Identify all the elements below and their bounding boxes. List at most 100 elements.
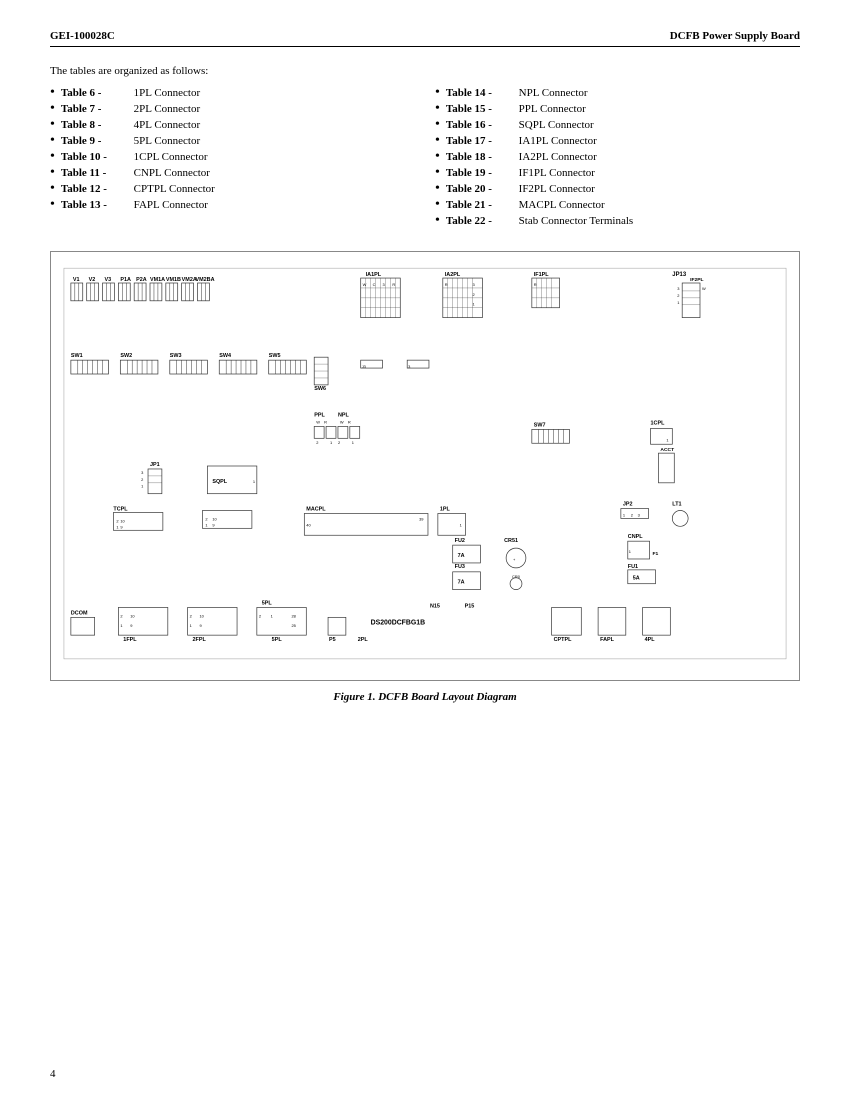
table-ref: Table 14 - xyxy=(446,87,516,99)
svg-text:1: 1 xyxy=(677,300,679,305)
svg-text:28: 28 xyxy=(291,613,296,618)
table-ref: Table 22 - xyxy=(446,215,516,227)
svg-text:C: C xyxy=(373,282,376,287)
svg-text:9: 9 xyxy=(199,623,201,628)
svg-text:1CPL: 1CPL xyxy=(651,420,666,426)
figure-caption: Figure 1. DCFB Board Layout Diagram xyxy=(50,691,800,703)
svg-text:V2: V2 xyxy=(89,277,96,283)
bullet-icon: • xyxy=(50,182,55,196)
table-desc: CPTPL Connector xyxy=(131,183,215,195)
table-desc: IA1PL Connector xyxy=(516,135,597,147)
table-desc: FAPL Connector xyxy=(131,199,208,211)
svg-text:3: 3 xyxy=(382,282,385,287)
svg-text:1: 1 xyxy=(120,623,122,628)
svg-text:39: 39 xyxy=(419,516,423,521)
svg-text:1: 1 xyxy=(460,522,462,527)
list-item: •Table 8 - 4PL Connector xyxy=(50,119,415,132)
tables-left-col: •Table 6 - 1PL Connector •Table 7 - 2PL C… xyxy=(50,87,415,231)
table-desc: IF1PL Connector xyxy=(516,167,595,179)
svg-text:SW3: SW3 xyxy=(170,353,182,359)
svg-text:SQPL: SQPL xyxy=(212,479,227,485)
svg-text:2: 2 xyxy=(677,293,679,298)
list-item: •Table 18 - IA2PL Connector xyxy=(435,151,800,164)
svg-text:FU3: FU3 xyxy=(455,564,465,570)
list-item: •Table 10 - 1CPL Connector xyxy=(50,151,415,164)
tables-section: •Table 6 - 1PL Connector •Table 7 - 2PL C… xyxy=(50,87,800,231)
svg-text:CR51: CR51 xyxy=(504,538,518,544)
bullet-icon: • xyxy=(50,198,55,212)
svg-text:1: 1 xyxy=(352,440,354,445)
svg-text:2: 2 xyxy=(141,477,143,482)
svg-text:JP1: JP1 xyxy=(150,462,160,468)
svg-text:CPTPL: CPTPL xyxy=(554,637,573,643)
list-item: •Table 7 - 2PL Connector xyxy=(50,103,415,116)
svg-text:2: 2 xyxy=(120,613,122,618)
svg-text:9: 9 xyxy=(212,522,214,527)
svg-text:DS200DCFBG1B: DS200DCFBG1B xyxy=(371,619,426,626)
svg-text:CNPL: CNPL xyxy=(628,534,643,540)
page-header: GEI-100028C DCFB Power Supply Board xyxy=(50,30,800,47)
svg-text:SW5: SW5 xyxy=(269,353,281,359)
svg-text:3: 3 xyxy=(638,512,641,517)
list-item: •Table 6 - 1PL Connector xyxy=(50,87,415,100)
svg-text:1: 1 xyxy=(271,613,273,618)
svg-text:1: 1 xyxy=(116,524,118,529)
svg-text:TCPL: TCPL xyxy=(113,507,128,513)
table-ref: Table 17 - xyxy=(446,135,516,147)
list-item: •Table 19 - IF1PL Connector xyxy=(435,167,800,180)
svg-text:9: 9 xyxy=(120,524,122,529)
svg-text:NPL: NPL xyxy=(338,413,350,419)
svg-text:N15: N15 xyxy=(430,603,440,609)
svg-text:VM2BA: VM2BA xyxy=(196,277,215,283)
tables-right-list: •Table 14 - NPL Connector•Table 15 - PPL… xyxy=(435,87,800,228)
board-diagram-svg: V1 V2 V3 P1A P2A VM1A xyxy=(59,260,791,672)
table-ref: Table 11 - xyxy=(61,167,131,179)
svg-text:1FPL: 1FPL xyxy=(123,637,137,643)
table-ref: Table 20 - xyxy=(446,183,516,195)
list-item: •Table 22 - Stab Connector Terminals xyxy=(435,215,800,228)
svg-text:VM1A: VM1A xyxy=(150,277,165,283)
svg-text:W: W xyxy=(316,419,320,424)
svg-text:SW1: SW1 xyxy=(71,353,83,359)
svg-text:IF2PL: IF2PL xyxy=(690,277,703,283)
tables-left-list: •Table 6 - 1PL Connector •Table 7 - 2PL C… xyxy=(50,87,415,212)
svg-text:SW2: SW2 xyxy=(120,353,132,359)
svg-text:ACCT: ACCT xyxy=(660,447,674,453)
svg-text:DCOM: DCOM xyxy=(71,610,88,616)
svg-text:P1A: P1A xyxy=(120,277,131,283)
bullet-icon: • xyxy=(50,118,55,132)
svg-text:VM1B: VM1B xyxy=(166,277,181,283)
bullet-icon: • xyxy=(435,150,440,164)
bullet-icon: • xyxy=(435,166,440,180)
table-desc: NPL Connector xyxy=(516,87,588,99)
svg-text:W: W xyxy=(702,286,706,291)
table-desc: PPL Connector xyxy=(516,103,586,115)
svg-text:5PL: 5PL xyxy=(272,637,283,643)
list-item: •Table 14 - NPL Connector xyxy=(435,87,800,100)
svg-text:W: W xyxy=(363,282,367,287)
table-desc: CNPL Connector xyxy=(131,167,210,179)
svg-text:9: 9 xyxy=(130,623,132,628)
bullet-icon: • xyxy=(50,86,55,100)
svg-text:P5: P5 xyxy=(329,637,336,643)
bullet-icon: • xyxy=(435,134,440,148)
svg-text:R: R xyxy=(392,282,395,287)
bullet-icon: • xyxy=(435,182,440,196)
table-ref: Table 12 - xyxy=(61,183,131,195)
svg-text:R: R xyxy=(348,419,351,424)
table-ref: Table 15 - xyxy=(446,103,516,115)
tables-right-col: •Table 14 - NPL Connector•Table 15 - PPL… xyxy=(435,87,800,231)
svg-text:5PL: 5PL xyxy=(262,600,273,606)
bullet-icon: • xyxy=(50,166,55,180)
table-desc: 1CPL Connector xyxy=(131,151,208,163)
list-item: •Table 20 - IF2PL Connector xyxy=(435,183,800,196)
svg-text:10: 10 xyxy=(120,518,125,523)
table-desc: Stab Connector Terminals xyxy=(516,215,633,227)
svg-text:FAPL: FAPL xyxy=(600,637,615,643)
bullet-icon: • xyxy=(50,134,55,148)
svg-text:2: 2 xyxy=(116,518,118,523)
intro-text: The tables are organized as follows: xyxy=(50,65,800,77)
table-desc: 1PL Connector xyxy=(131,87,200,99)
table-desc: MACPL Connector xyxy=(516,199,605,211)
doc-number: GEI-100028C xyxy=(50,30,115,42)
